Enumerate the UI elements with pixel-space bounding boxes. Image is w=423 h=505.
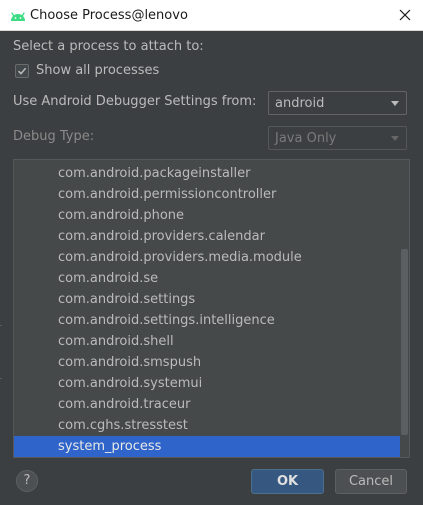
- process-item[interactable]: com.android.permissioncontroller: [14, 184, 400, 205]
- help-button[interactable]: ?: [16, 470, 38, 492]
- process-item[interactable]: com.android.se: [14, 268, 400, 289]
- choose-process-dialog: Choose Process@lenovo Select a process t…: [0, 0, 423, 505]
- ok-button[interactable]: OK: [251, 469, 324, 494]
- process-item[interactable]: com.android.packageinstaller: [14, 163, 400, 184]
- show-all-processes-checkbox[interactable]: [15, 64, 29, 78]
- scrollbar-thumb[interactable]: [401, 249, 408, 435]
- process-item[interactable]: com.android.systemui: [14, 373, 400, 394]
- debugger-settings-label: Use Android Debugger Settings from:: [13, 94, 257, 109]
- process-item[interactable]: com.android.settings.intelligence: [14, 310, 400, 331]
- process-item[interactable]: com.android.traceur: [14, 394, 400, 415]
- process-item[interactable]: com.android.smspush: [14, 352, 400, 373]
- process-item[interactable]: com.cghs.stresstest: [14, 415, 400, 436]
- show-all-processes-label[interactable]: Show all processes: [36, 62, 159, 80]
- checkmark-icon: [17, 67, 27, 75]
- debug-type-value: Java Only: [275, 130, 337, 146]
- debugger-settings-select[interactable]: android: [268, 91, 407, 115]
- window-title: Choose Process@lenovo: [30, 8, 188, 23]
- cancel-button[interactable]: Cancel: [335, 469, 407, 494]
- process-item[interactable]: com.android.shell: [14, 331, 400, 352]
- android-icon: [9, 7, 27, 23]
- process-item[interactable]: com.android.providers.calendar: [14, 226, 400, 247]
- debugger-settings-value: android: [275, 95, 325, 111]
- process-list[interactable]: com.android.packageinstaller com.android…: [13, 159, 410, 458]
- process-item[interactable]: com.android.settings: [14, 289, 400, 310]
- chevron-down-icon: [391, 136, 399, 141]
- process-item[interactable]: com.android.phone: [14, 205, 400, 226]
- debug-type-label: Debug Type:: [13, 129, 95, 144]
- chevron-down-icon: [391, 101, 399, 106]
- side-divider-mark: [0, 378, 2, 379]
- debug-type-select[interactable]: Java Only: [268, 126, 407, 150]
- side-divider-mark: [0, 325, 2, 326]
- title-bar: Choose Process@lenovo: [0, 0, 423, 31]
- process-item[interactable]: com.android.providers.media.module: [14, 247, 400, 268]
- process-item-selected[interactable]: system_process: [14, 436, 409, 457]
- prompt-label: Select a process to attach to:: [13, 39, 204, 54]
- close-icon[interactable]: [397, 7, 413, 23]
